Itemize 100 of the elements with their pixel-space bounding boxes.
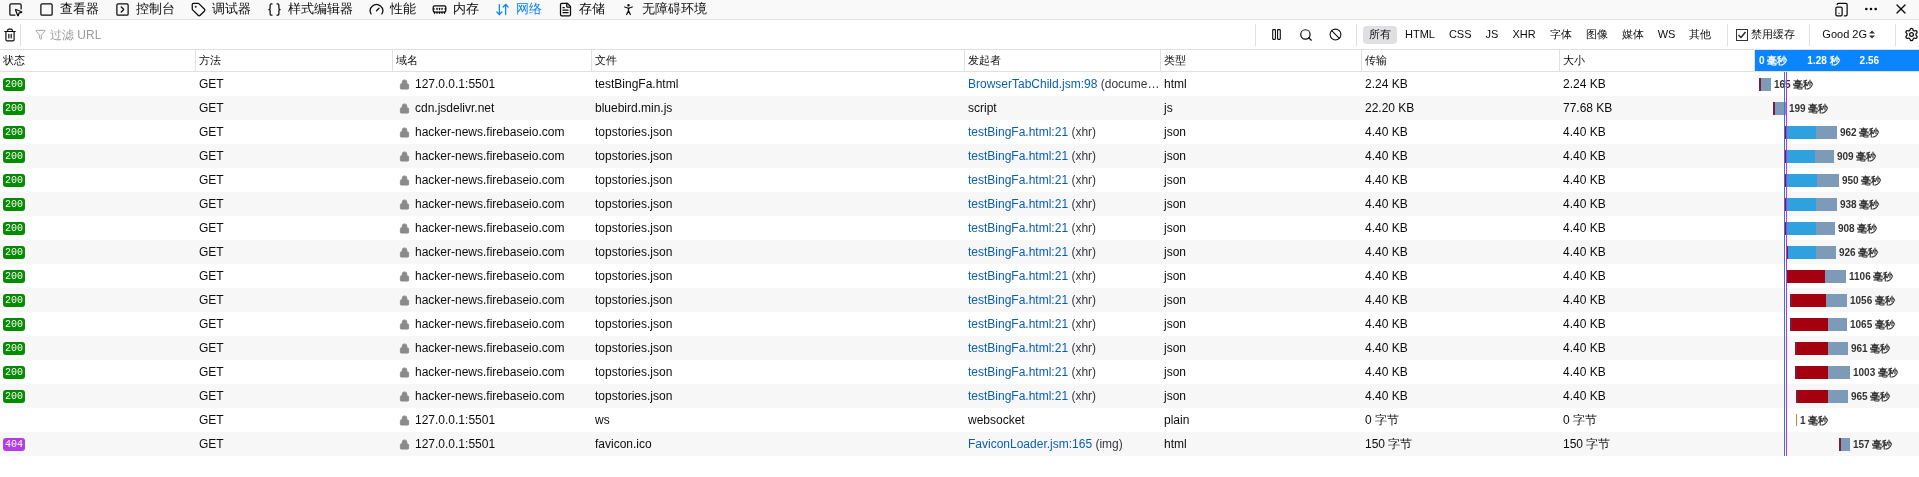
duration-label: 909 毫秒 <box>1837 149 1877 164</box>
size-text: 4.40 KB <box>1563 173 1606 187</box>
transfer-size: 4.40 KB <box>1365 269 1408 283</box>
block-icon[interactable] <box>1328 28 1342 41</box>
initiator-link[interactable]: testBingFa.html:21 <box>968 197 1069 211</box>
devtools-tab[interactable]: 调试器 <box>183 0 259 19</box>
status-badge: 200 <box>3 269 25 283</box>
devtools-tab[interactable]: 无障碍环境 <box>613 0 715 19</box>
size-text: 0 字节 <box>1563 413 1597 427</box>
initiator-link[interactable]: testBingFa.html:21 <box>968 269 1069 283</box>
method-text: GET <box>199 101 224 115</box>
initiator-link[interactable]: testBingFa.html:21 <box>968 365 1069 379</box>
column-header[interactable]: 发起者 <box>968 52 1001 69</box>
filter-field[interactable]: 过滤 URL <box>49 25 1230 44</box>
initiator-link[interactable]: FaviconLoader.jsm:165 <box>968 437 1093 451</box>
type-text: json <box>1164 197 1186 211</box>
type-filter[interactable]: WS <box>1651 25 1682 44</box>
timing-bar <box>1786 245 1836 259</box>
status-badge: 200 <box>3 125 25 139</box>
initiator-link[interactable]: testBingFa.html:21 <box>968 125 1069 139</box>
initiator-cause: (xhr) <box>1070 341 1097 355</box>
initiator-link[interactable]: testBingFa.html:21 <box>968 389 1069 403</box>
lock-icon <box>399 366 410 378</box>
domain-text: hacker-news.firebaseio.com <box>415 292 565 309</box>
initiator-link[interactable]: testBingFa.html:21 <box>968 173 1069 187</box>
timing-bar <box>1790 317 1847 331</box>
settings-icon[interactable] <box>1904 27 1919 42</box>
type-filter[interactable]: 其他 <box>1683 25 1718 44</box>
type-text: json <box>1164 317 1186 331</box>
domain-text: 127.0.0.1:5501 <box>415 412 496 429</box>
devtools-tab[interactable]: 样式编辑器 <box>259 0 361 19</box>
file-name: topstories.json <box>595 341 673 355</box>
transfer-size: 4.40 KB <box>1365 317 1408 331</box>
throttle-select[interactable]: Good 2G <box>1809 23 1885 46</box>
transfer-size: 4.40 KB <box>1365 365 1408 379</box>
type-filter[interactable]: CSS <box>1442 25 1478 44</box>
duration-label: 1106 毫秒 <box>1849 269 1894 284</box>
status-badge: 200 <box>3 197 25 211</box>
duration-label: 1003 毫秒 <box>1853 365 1899 380</box>
column-header[interactable]: 方法 <box>199 52 221 69</box>
status-badge: 200 <box>3 149 25 163</box>
timing-bar <box>1784 125 1837 139</box>
column-header[interactable]: 类型 <box>1164 52 1186 69</box>
trash-icon[interactable] <box>3 27 17 42</box>
type-filter[interactable]: 媒体 <box>1615 25 1650 44</box>
method-text: GET <box>199 197 224 211</box>
initiator-link[interactable]: BrowserTabChild.jsm:98 <box>968 77 1098 91</box>
lock-icon <box>399 318 410 330</box>
file-name: topstories.json <box>595 293 673 307</box>
column-header[interactable]: 传输 <box>1365 52 1387 69</box>
lock-icon <box>399 78 410 90</box>
size-text: 4.40 KB <box>1563 269 1606 283</box>
initiator-link[interactable]: testBingFa.html:21 <box>968 149 1069 163</box>
type-filter[interactable]: JS <box>1479 25 1505 44</box>
square-icon <box>39 1 54 17</box>
type-filter[interactable]: 字体 <box>1543 25 1578 44</box>
type-filter[interactable]: XHR <box>1506 25 1542 44</box>
initiator-link[interactable]: testBingFa.html:21 <box>968 293 1069 307</box>
duration-label: 1056 毫秒 <box>1850 293 1896 308</box>
column-header[interactable]: 状态 <box>3 52 25 69</box>
devtools-tab[interactable]: 存储 <box>550 0 613 19</box>
terminal-icon <box>115 1 130 17</box>
type-filter[interactable]: 图像 <box>1579 25 1614 44</box>
status-badge: 404 <box>3 437 25 451</box>
initiator-cause: (img) <box>1094 437 1123 451</box>
type-text: json <box>1164 389 1186 403</box>
initiator-link[interactable]: testBingFa.html:21 <box>968 245 1069 259</box>
initiator-cause: (xhr) <box>1070 149 1097 163</box>
duration-label: 157 毫秒 <box>1853 437 1893 452</box>
checkbox[interactable] <box>1736 28 1749 41</box>
updown-icon <box>1869 30 1875 39</box>
transfer-size: 0 字节 <box>1365 413 1399 427</box>
devtools-tab[interactable]: 网络 <box>487 0 550 19</box>
initiator-link[interactable]: testBingFa.html:21 <box>968 341 1069 355</box>
type-text: json <box>1164 365 1186 379</box>
type-text: json <box>1164 221 1186 235</box>
responsive-icon[interactable] <box>1834 1 1849 17</box>
type-filter[interactable]: HTML <box>1398 25 1441 44</box>
initiator-cause: (xhr) <box>1070 221 1097 235</box>
type-filter[interactable]: 所有 <box>1362 25 1397 44</box>
column-header[interactable]: 域名 <box>396 52 418 69</box>
devtools-tab[interactable]: 查看器 <box>31 0 107 19</box>
transfer-size: 4.40 KB <box>1365 341 1408 355</box>
devtools-tab[interactable]: 内存 <box>424 0 487 19</box>
search-icon[interactable] <box>1298 27 1313 42</box>
method-text: GET <box>199 293 224 307</box>
devtools-tab[interactable]: 性能 <box>361 0 424 19</box>
initiator-cause: (xhr) <box>1070 125 1097 139</box>
picker-icon <box>8 1 23 17</box>
devtools-tab[interactable]: 控制台 <box>107 0 183 19</box>
initiator-link[interactable]: testBingFa.html:21 <box>968 317 1069 331</box>
column-header[interactable]: 文件 <box>595 52 617 69</box>
initiator-link[interactable]: testBingFa.html:21 <box>968 221 1069 235</box>
size-text: 150 字节 <box>1563 437 1611 451</box>
duration-label: 965 毫秒 <box>1851 389 1891 404</box>
type-text: json <box>1164 269 1186 283</box>
lock-icon <box>399 126 410 138</box>
timing-tick <box>1796 414 1797 426</box>
pause-icon[interactable] <box>1269 28 1283 41</box>
column-header[interactable]: 大小 <box>1563 52 1585 69</box>
